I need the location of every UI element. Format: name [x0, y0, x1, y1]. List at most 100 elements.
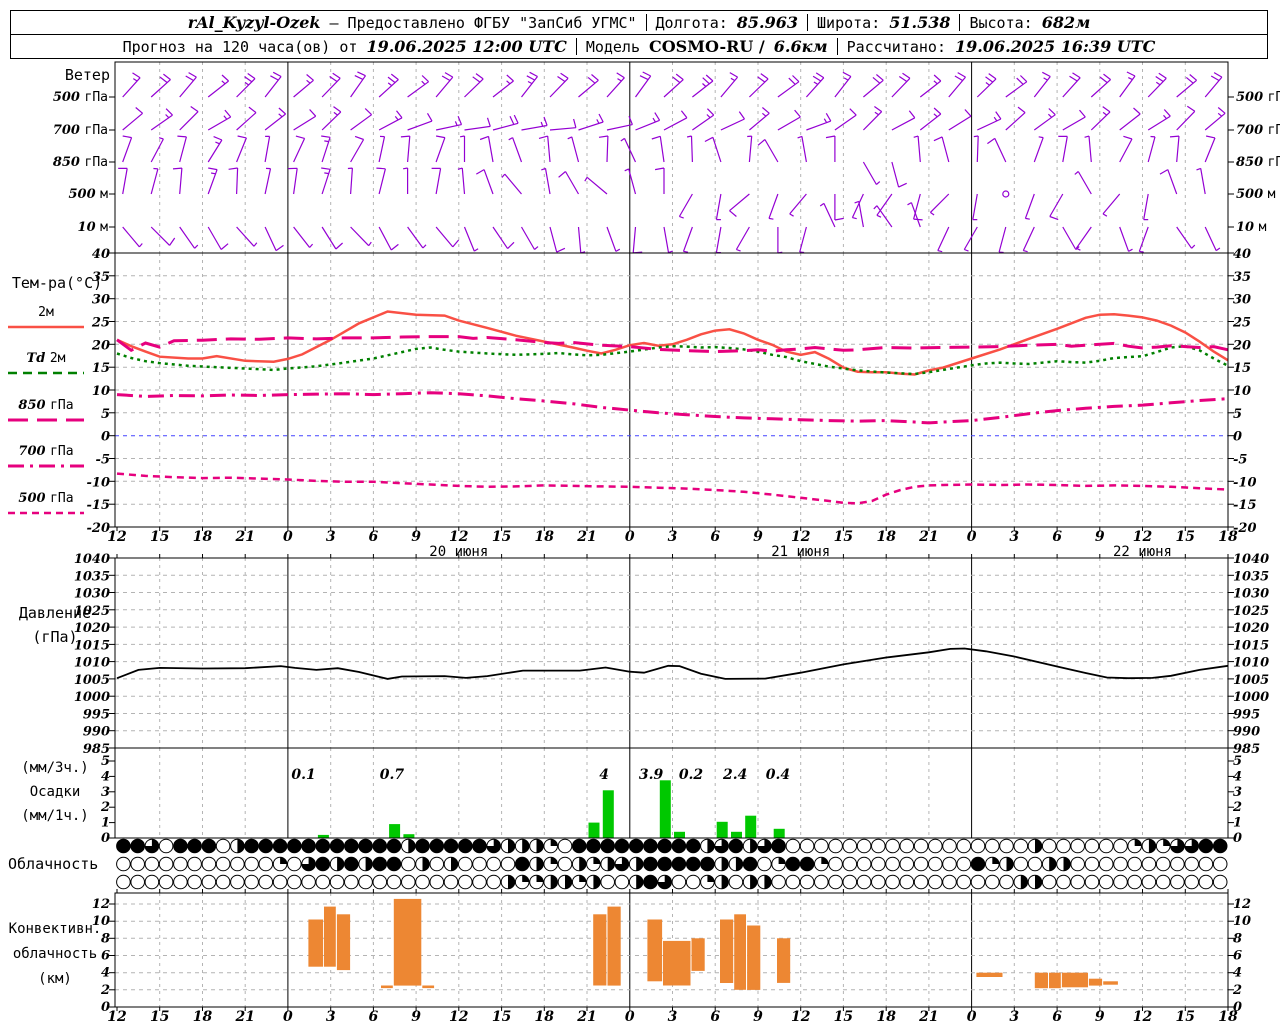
wind-barb: [350, 71, 366, 98]
wind-barb: [1090, 106, 1111, 131]
x-tick-label: 6: [369, 529, 379, 545]
wind-barb: [777, 109, 801, 131]
wind-barb: [492, 74, 514, 98]
cloud-cover-symbol: [287, 874, 302, 890]
wind-barb: [862, 106, 883, 131]
x-tick-label-bottom: 9: [411, 1009, 421, 1024]
temp-tick-label-left: -5: [96, 453, 110, 468]
cloud-cover-symbol: [287, 838, 302, 854]
x-tick-label: 6: [1052, 529, 1062, 545]
wind-barb: [321, 226, 344, 250]
wind-barb: [972, 193, 978, 221]
legend-label-3: 700 гПа: [18, 444, 73, 459]
cloud-cover-fill: [550, 857, 558, 864]
temp-tick-label-right: 15: [1233, 361, 1251, 376]
x-tick-label: 15: [492, 529, 511, 545]
wind-barb: [541, 167, 551, 195]
cloud-cover-symbol: [785, 838, 801, 854]
wind-barb: [207, 74, 230, 98]
cloud-cover-fill: [992, 857, 1000, 864]
pressure-tick-label-left: 990: [83, 725, 110, 740]
pressure-tick-label-left: 1020: [74, 621, 110, 636]
x-tick-label-bottom: 12: [1133, 1009, 1153, 1024]
temp-tick-label-left: -10: [87, 475, 111, 490]
precip-bar: [389, 824, 401, 838]
header-row-forecast: Прогноз на 120 часа(ов) от 19.06.2025 12…: [11, 34, 1267, 58]
temp-tick-label-left: 25: [91, 316, 110, 331]
wind-barb: [937, 226, 950, 253]
wind-barb: [1033, 136, 1044, 163]
wind-barb: [729, 193, 750, 217]
wind-barb: [735, 226, 750, 252]
temp-tick-label-left: 20: [91, 338, 110, 353]
cloud-cover-symbol: [614, 838, 630, 854]
wind-barb: [789, 193, 807, 217]
wind-barb: [1159, 169, 1178, 195]
x-tick-label-bottom: 6: [369, 1009, 379, 1024]
cloud-cover-symbol: [458, 838, 473, 854]
wind-barb: [973, 135, 979, 163]
wind-barb: [236, 73, 256, 98]
wind-barb: [715, 193, 722, 221]
wind-barb: [378, 73, 399, 98]
precip-bar: [745, 815, 757, 838]
convective-cloud-bar: [381, 985, 393, 989]
wind-barb: [913, 193, 923, 221]
wind-barb: [122, 226, 143, 248]
wind-barb: [508, 137, 523, 163]
wind-barb: [1147, 72, 1167, 98]
cloud-cover-fill: [750, 875, 757, 889]
wind-barb: [834, 108, 857, 131]
wind-barb: [264, 107, 287, 131]
wind-barb: [350, 226, 372, 247]
cloud-cover-symbol: [1041, 838, 1057, 854]
x-tick-label: 0: [967, 529, 977, 545]
cloud-cover-symbol: [187, 856, 202, 872]
wind-level-label-left: 10 м: [78, 220, 109, 235]
calculated-time: 19.06.2025 16:39 UTC: [954, 37, 1156, 56]
x-tick-label: 0: [625, 529, 635, 545]
wind-barb: [236, 226, 258, 247]
temp-tick-label-right: -15: [1233, 498, 1257, 513]
wind-barb: [1119, 107, 1141, 131]
wind-barb: [378, 110, 403, 131]
cloud-cover-symbol: [828, 838, 843, 854]
temperature-panel-title: Тем-ра(°C): [12, 274, 102, 292]
wind-barb: [834, 194, 844, 221]
cloud-cover-symbol: [928, 856, 943, 872]
convective-cloud-bar: [747, 925, 761, 990]
pressure-tick-label-right: 995: [1233, 708, 1260, 723]
precip-bar: [588, 822, 600, 838]
convective-title-line1: Конвективн.: [9, 921, 102, 937]
convective-cloud-bar: [1034, 972, 1048, 989]
cloud-cover-symbol: [415, 838, 430, 854]
cloud-cover-symbol: [329, 838, 345, 854]
wind-barb: [288, 167, 298, 195]
temp-tick-label-right: 35: [1233, 270, 1251, 285]
cloud-cover-symbol: [372, 874, 388, 890]
cloud-cover-fill: [408, 839, 416, 853]
cloud-cover-symbol: [372, 838, 388, 854]
wind-barb: [863, 74, 884, 98]
wind-barb: [1147, 109, 1171, 131]
wind-barb: [578, 74, 599, 98]
cloud-cover-symbol: [1027, 856, 1043, 872]
cloud-cover-symbol: [230, 874, 245, 890]
convective-cloud-bar: [336, 914, 351, 971]
cloud-cover-symbol: [215, 856, 231, 872]
x-tick-label-bottom: 15: [492, 1009, 511, 1024]
wind-barb: [998, 226, 1007, 254]
wind-barb: [150, 167, 159, 195]
x-tick-label-bottom: 12: [791, 1009, 811, 1024]
cloud-cover-symbol: [344, 856, 359, 872]
cloud-cover-symbol: [358, 838, 373, 854]
wind-barb: [977, 111, 1002, 131]
pressure-tick-label-right: 1000: [1233, 690, 1269, 705]
wind-barb: [378, 135, 386, 163]
wind-barb: [264, 135, 271, 163]
wind-barb: [177, 135, 187, 163]
wind-barb: [264, 71, 282, 98]
cloud-cover-symbol: [258, 856, 274, 872]
header-divider: [807, 14, 809, 31]
temp-tick-label-right: -10: [1233, 475, 1257, 490]
